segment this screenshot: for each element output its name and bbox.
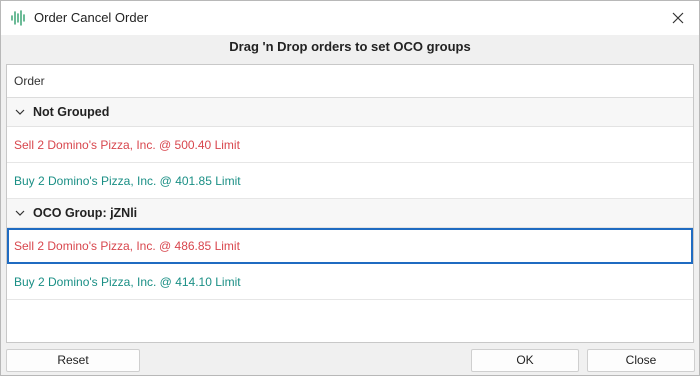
order-row[interactable]: Buy 2 Domino's Pizza, Inc. @ 414.10 Limi… xyxy=(7,264,693,300)
title-bar[interactable]: Order Cancel Order xyxy=(1,1,699,35)
order-row-selected[interactable]: Sell 2 Domino's Pizza, Inc. @ 486.85 Lim… xyxy=(7,228,693,264)
order-row[interactable]: Buy 2 Domino's Pizza, Inc. @ 401.85 Limi… xyxy=(7,163,693,199)
dialog-window: Order Cancel Order Drag 'n Drop orders t… xyxy=(0,0,700,376)
window-title: Order Cancel Order xyxy=(34,10,149,25)
close-button[interactable]: Close xyxy=(587,349,695,372)
group-row-oco[interactable]: OCO Group: jZNli xyxy=(7,199,693,228)
column-header-order[interactable]: Order xyxy=(7,65,693,98)
order-row[interactable]: Sell 2 Domino's Pizza, Inc. @ 500.40 Lim… xyxy=(7,127,693,163)
chevron-down-icon[interactable] xyxy=(7,210,33,216)
ok-button[interactable]: OK xyxy=(471,349,579,372)
close-icon[interactable] xyxy=(663,4,693,32)
order-grid[interactable]: Order Not Grouped Sell 2 Domino's Pizza,… xyxy=(6,64,694,343)
group-label: Not Grouped xyxy=(33,105,110,119)
group-label: OCO Group: jZNli xyxy=(33,206,138,220)
reset-button[interactable]: Reset xyxy=(6,349,140,372)
chevron-down-icon[interactable] xyxy=(7,109,33,115)
waveform-icon xyxy=(10,10,26,26)
instruction-text: Drag 'n Drop orders to set OCO groups xyxy=(229,39,471,54)
group-row-not-grouped[interactable]: Not Grouped xyxy=(7,98,693,127)
